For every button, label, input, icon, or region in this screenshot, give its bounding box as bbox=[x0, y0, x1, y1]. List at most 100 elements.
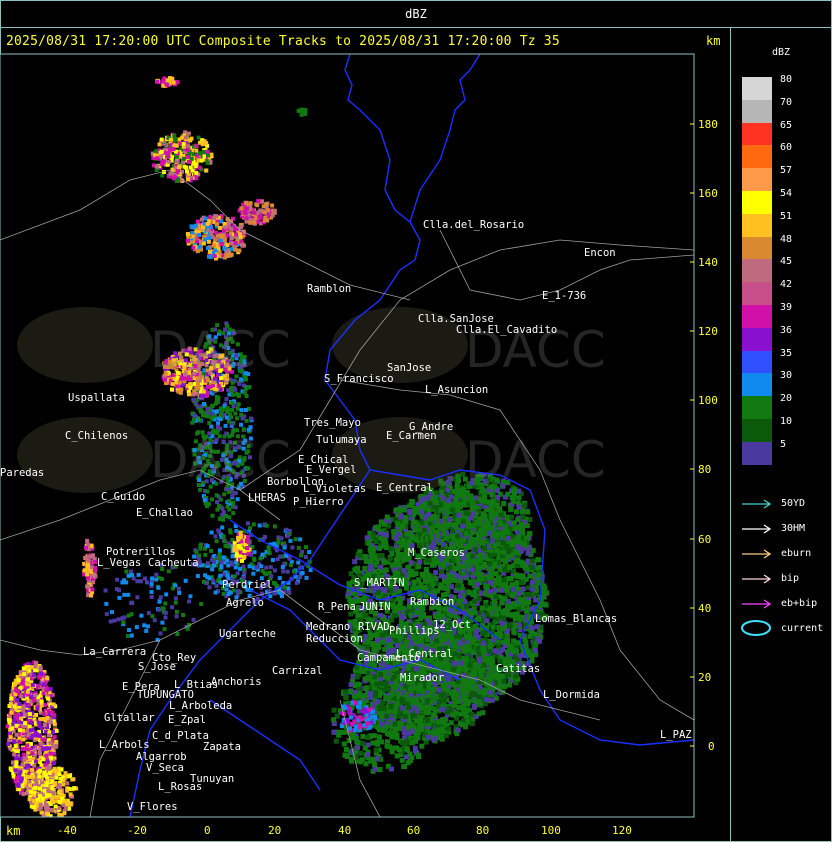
track-label-50yd: 50YD bbox=[781, 498, 806, 509]
track-arrow-icon bbox=[742, 599, 772, 609]
x-tick: 20 bbox=[268, 824, 282, 837]
place-label: Perdriel bbox=[222, 579, 273, 591]
place-label: L_PAZ bbox=[660, 729, 692, 741]
place-label: Paredas bbox=[0, 467, 45, 479]
legend-swatch bbox=[742, 350, 772, 374]
legend-swatch bbox=[742, 396, 772, 420]
x-tick: -20 bbox=[127, 824, 147, 837]
y-tick: 100 bbox=[698, 394, 718, 407]
track-label-30hm: 30HM bbox=[781, 523, 806, 534]
place-label: Carrizal bbox=[272, 665, 323, 677]
legend-label: 36 bbox=[780, 324, 793, 336]
track-arrow-icon bbox=[742, 524, 772, 534]
place-label: G_Andre bbox=[409, 421, 454, 433]
legend-label: 42 bbox=[780, 279, 793, 291]
place-label: C_Chilenos bbox=[65, 430, 129, 442]
place-label: Mirador bbox=[400, 672, 445, 684]
legend-label: 30 bbox=[780, 370, 793, 382]
place-label: S_Jose bbox=[138, 661, 176, 673]
place-label: Rambion bbox=[410, 596, 455, 608]
y-tick: 120 bbox=[698, 325, 718, 338]
track-label-ebbip: eb+bip bbox=[781, 598, 818, 609]
legend-swatch bbox=[742, 236, 772, 260]
legend-swatch bbox=[742, 305, 772, 328]
map-title: 2025/08/31 17:20:00 UTC Composite Tracks… bbox=[6, 34, 560, 49]
track-arrow-icon bbox=[742, 549, 772, 559]
track-label-eburn: eburn bbox=[781, 548, 812, 559]
legend-label: 51 bbox=[780, 210, 793, 222]
legend-label: 45 bbox=[780, 256, 793, 268]
place-label: Lomas_Blancas bbox=[535, 613, 618, 625]
units-bottom-left: km bbox=[6, 824, 21, 838]
legend-swatch bbox=[742, 259, 772, 283]
place-label: L_Vegas bbox=[97, 557, 142, 569]
x-tick: 60 bbox=[407, 824, 421, 837]
place-label: Encon bbox=[584, 247, 616, 259]
place-label: E_Central bbox=[376, 482, 433, 494]
legend-swatch bbox=[742, 168, 772, 192]
track-label-current: current bbox=[781, 623, 824, 634]
place-label: Uspallata bbox=[68, 392, 125, 404]
place-label: M_Caseros bbox=[408, 547, 465, 559]
x-tick: -40 bbox=[57, 824, 77, 837]
track-arrows bbox=[742, 499, 772, 609]
place-label: Anchoris bbox=[211, 676, 262, 688]
place-label: E_Vergel bbox=[306, 464, 357, 476]
place-label: S_Francisco bbox=[324, 373, 394, 385]
y-tick: 60 bbox=[698, 533, 712, 546]
place-label: R_Pena bbox=[318, 601, 356, 613]
y-tick: 140 bbox=[698, 256, 718, 269]
legend-swatch bbox=[742, 77, 772, 100]
place-label: E_Challao bbox=[136, 507, 193, 519]
legend-label: 57 bbox=[780, 165, 793, 177]
legend-label: 60 bbox=[780, 142, 793, 154]
legend-swatch bbox=[742, 122, 772, 146]
track-arrow-icon bbox=[742, 499, 772, 509]
current-ellipse-icon bbox=[741, 620, 771, 636]
place-label: L_Dormida bbox=[543, 689, 600, 701]
watermark-logo-4: DACC bbox=[465, 431, 606, 489]
legend-swatch bbox=[742, 99, 772, 123]
y-tick: 160 bbox=[698, 187, 718, 200]
track-label-bip: bip bbox=[781, 573, 800, 584]
watermark-logo-1: DACC bbox=[150, 321, 291, 379]
legend-label: 39 bbox=[780, 302, 793, 313]
place-label: P_Hierro bbox=[293, 496, 344, 508]
place-label: Medrano bbox=[306, 621, 351, 633]
place-label: 12_Oct bbox=[433, 619, 471, 631]
place-label: V_Flores bbox=[127, 801, 178, 813]
place-label: JUNIN bbox=[359, 601, 391, 613]
x-tick: 40 bbox=[338, 824, 352, 837]
legend-title: dBZ bbox=[772, 47, 791, 58]
y-tick: 180 bbox=[698, 118, 718, 131]
x-tick: 100 bbox=[541, 824, 561, 837]
place-label: E_Zpal bbox=[168, 714, 206, 726]
legend-swatch bbox=[742, 191, 772, 214]
legend-swatch bbox=[742, 213, 772, 237]
place-label: L_Rosas bbox=[158, 781, 203, 793]
place-label: Tres_Mayo bbox=[304, 417, 361, 429]
x-tick: 0 bbox=[204, 824, 211, 837]
place-label: C_Guido bbox=[101, 491, 146, 503]
x-tick: 80 bbox=[476, 824, 490, 837]
place-label: Reduccion bbox=[306, 633, 363, 645]
legend-swatch bbox=[742, 373, 772, 397]
y-tick: 20 bbox=[698, 671, 712, 684]
legend-swatch bbox=[742, 282, 772, 306]
place-label: Zapata bbox=[203, 741, 241, 753]
place-label: La_Carrera bbox=[83, 646, 147, 658]
legend-label: 20 bbox=[780, 393, 793, 405]
place-label: L_Arboleda bbox=[169, 700, 233, 712]
legend-label: 5 bbox=[780, 438, 787, 450]
place-label: V_Seca bbox=[146, 762, 184, 774]
y-tick: 40 bbox=[698, 602, 712, 615]
y-tick: 0 bbox=[708, 740, 715, 753]
place-label: L_Btias bbox=[174, 679, 219, 691]
place-label: S_MARTIN bbox=[354, 577, 405, 589]
legend-label: 80 bbox=[780, 74, 793, 85]
legend-label: 65 bbox=[780, 119, 793, 131]
units-top-right: km bbox=[706, 34, 721, 48]
place-label: Clla.del_Rosario bbox=[423, 219, 525, 231]
place-label: Clla.El_Cavadito bbox=[456, 324, 558, 336]
place-label: Agrelo bbox=[226, 597, 264, 609]
